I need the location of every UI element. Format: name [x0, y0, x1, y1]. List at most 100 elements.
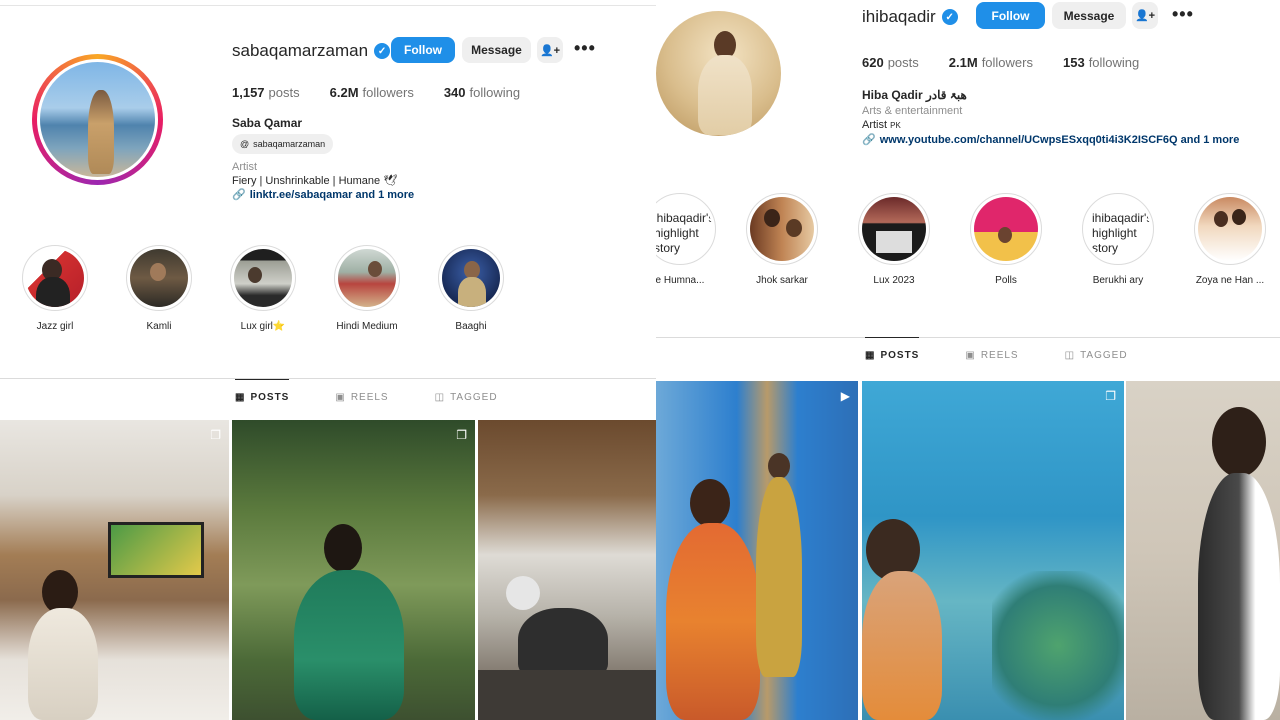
highlight-cover: ihibaqadir's highlight story	[656, 197, 712, 261]
verified-badge-icon: ✓	[941, 9, 958, 25]
link-icon: 🔗	[232, 189, 246, 201]
grid-icon: ▦	[235, 392, 246, 403]
highlight-zoya-ne-han[interactable]: Zoya ne Han ...	[1182, 193, 1278, 286]
bio-tagline: Fiery | Unshrinkable | Humane 🕊	[232, 175, 398, 187]
reels-icon: ▣	[965, 350, 976, 361]
follow-button[interactable]: Follow	[391, 37, 455, 63]
profile-avatar[interactable]	[656, 11, 781, 136]
highlight-label: e Humna...	[656, 275, 705, 286]
profile-bio: Hiba Qadir هبۃ قادر Arts & entertainment…	[862, 88, 1272, 147]
reels-icon: ▣	[335, 392, 346, 403]
post-tile[interactable]: ❐	[232, 420, 475, 720]
highlight-label: Lux 2023	[873, 275, 915, 286]
tab-reels[interactable]: ▣ REELS	[335, 379, 388, 403]
message-button[interactable]: Message	[462, 37, 531, 63]
highlight-label: Jazz girl	[36, 321, 74, 332]
tagged-icon: ◫	[1064, 350, 1076, 361]
highlight-cover	[750, 197, 814, 261]
highlight-lux-girl[interactable]: Lux girl⭐	[223, 245, 303, 332]
highlight-hindi-medium[interactable]: Hindi Medium	[327, 245, 407, 332]
following-count[interactable]: 340 following	[444, 85, 520, 100]
tab-posts[interactable]: ▦ POSTS	[865, 337, 920, 361]
country-code: PK	[890, 121, 901, 130]
highlight-jhok-sarkar[interactable]: Jhok sarkar	[734, 193, 830, 286]
post-tile[interactable]	[1126, 381, 1280, 720]
threads-badge[interactable]: @ sabaqamarzaman	[232, 134, 334, 154]
more-options-icon[interactable]: •••	[574, 38, 596, 59]
display-name: Saba Qamar	[232, 116, 303, 130]
right-profile-panel: ihibaqadir ✓ Follow Message 👤+ ••• 620 po…	[656, 0, 1280, 720]
profile-stats: 620 posts 2.1M followers 153 following	[862, 55, 1169, 70]
username-row: ihibaqadir ✓	[862, 7, 958, 27]
highlight-cover: ihibaqadir's highlight story	[1086, 197, 1150, 261]
highlight-cover	[26, 249, 84, 307]
carousel-icon: ❐	[456, 428, 467, 442]
verified-badge-icon: ✓	[374, 43, 391, 59]
highlight-label: Jhok sarkar	[756, 275, 808, 286]
threads-handle: sabaqamarzaman	[253, 139, 326, 149]
username: sabaqamarzaman	[232, 41, 369, 60]
username-row: sabaqamarzaman ✓	[232, 41, 391, 61]
bio-link[interactable]: 🔗 linktr.ee/sabaqamar and 1 more	[232, 188, 532, 202]
bio-artist-row: Artist PK	[862, 119, 901, 131]
profile-avatar[interactable]	[37, 59, 158, 180]
add-user-icon[interactable]: 👤+	[1132, 2, 1158, 29]
highlight-e-humna[interactable]: ihibaqadir's highlight story e Humna...	[656, 193, 728, 286]
threads-icon: @	[240, 139, 250, 149]
tv-screen	[108, 522, 204, 578]
profile-tabs: ▦ POSTS ▣ REELS ◫ TAGGED	[865, 337, 1128, 361]
followers-count[interactable]: 2.1M followers	[949, 55, 1033, 70]
posts-count[interactable]: 620 posts	[862, 55, 919, 70]
profile-stats: 1,157 posts 6.2M followers 340 following	[232, 85, 550, 100]
post-tile[interactable]: ▶	[656, 381, 858, 720]
grid-icon: ▦	[865, 350, 876, 361]
category: Arts & entertainment	[862, 105, 963, 117]
highlight-label: Kamli	[146, 321, 172, 332]
highlight-cover	[974, 197, 1038, 261]
highlight-cover	[442, 249, 500, 307]
left-profile-panel: sabaqamarzaman ✓ Follow Message 👤+ ••• 1…	[0, 0, 656, 720]
carousel-icon: ❐	[1105, 389, 1116, 403]
profile-tabs: ▦ POSTS ▣ REELS ◫ TAGGED	[235, 379, 498, 403]
username: ihibaqadir	[862, 7, 936, 26]
reel-icon: ▶	[840, 389, 850, 403]
avatar-figure	[88, 90, 114, 174]
bio-link[interactable]: 🔗 www.youtube.com/channel/UCwpsESxqq0ti4i…	[862, 133, 1272, 147]
highlight-kamli[interactable]: Kamli	[119, 245, 199, 332]
tab-posts[interactable]: ▦ POSTS	[235, 379, 290, 403]
highlight-berukhi-ary[interactable]: ihibaqadir's highlight story Berukhi ary	[1070, 193, 1166, 286]
posts-count[interactable]: 1,157 posts	[232, 85, 300, 100]
post-tile[interactable]: ❐	[862, 381, 1124, 720]
highlight-baaghi[interactable]: Baaghi	[431, 245, 511, 332]
post-tile[interactable]: ❐	[0, 420, 229, 720]
highlight-jazz-girl[interactable]: Jazz girl	[15, 245, 95, 332]
more-options-icon[interactable]: •••	[1172, 4, 1194, 25]
profile-bio: Saba Qamar @ sabaqamarzaman Artist Fiery …	[232, 116, 532, 202]
follow-button[interactable]: Follow	[976, 2, 1045, 29]
highlight-label: Baaghi	[455, 321, 487, 332]
highlight-cover	[234, 249, 292, 307]
message-button[interactable]: Message	[1052, 2, 1126, 29]
post-tile[interactable]	[478, 420, 656, 720]
display-name: Hiba Qadir هبۃ قادر	[862, 88, 967, 102]
table-surface	[478, 670, 656, 720]
highlight-label: Hindi Medium	[336, 321, 398, 332]
highlight-cover	[1198, 197, 1262, 261]
tagged-icon: ◫	[434, 392, 446, 403]
highlight-label: Zoya ne Han ...	[1195, 275, 1265, 286]
following-count[interactable]: 153 following	[1063, 55, 1139, 70]
highlight-polls[interactable]: Polls	[958, 193, 1054, 286]
tab-tagged[interactable]: ◫ TAGGED	[435, 379, 498, 403]
highlight-label: Berukhi ary	[1092, 275, 1144, 286]
highlight-cover	[130, 249, 188, 307]
tab-reels[interactable]: ▣ REELS	[965, 337, 1018, 361]
link-icon: 🔗	[862, 134, 876, 146]
category: Artist	[232, 161, 258, 173]
highlight-label: Lux girl⭐	[240, 321, 286, 332]
highlight-label: Polls	[995, 275, 1017, 286]
top-border	[0, 0, 656, 6]
tab-tagged[interactable]: ◫ TAGGED	[1065, 337, 1128, 361]
followers-count[interactable]: 6.2M followers	[330, 85, 414, 100]
add-user-icon[interactable]: 👤+	[537, 37, 563, 63]
highlight-lux-2023[interactable]: Lux 2023	[846, 193, 942, 286]
